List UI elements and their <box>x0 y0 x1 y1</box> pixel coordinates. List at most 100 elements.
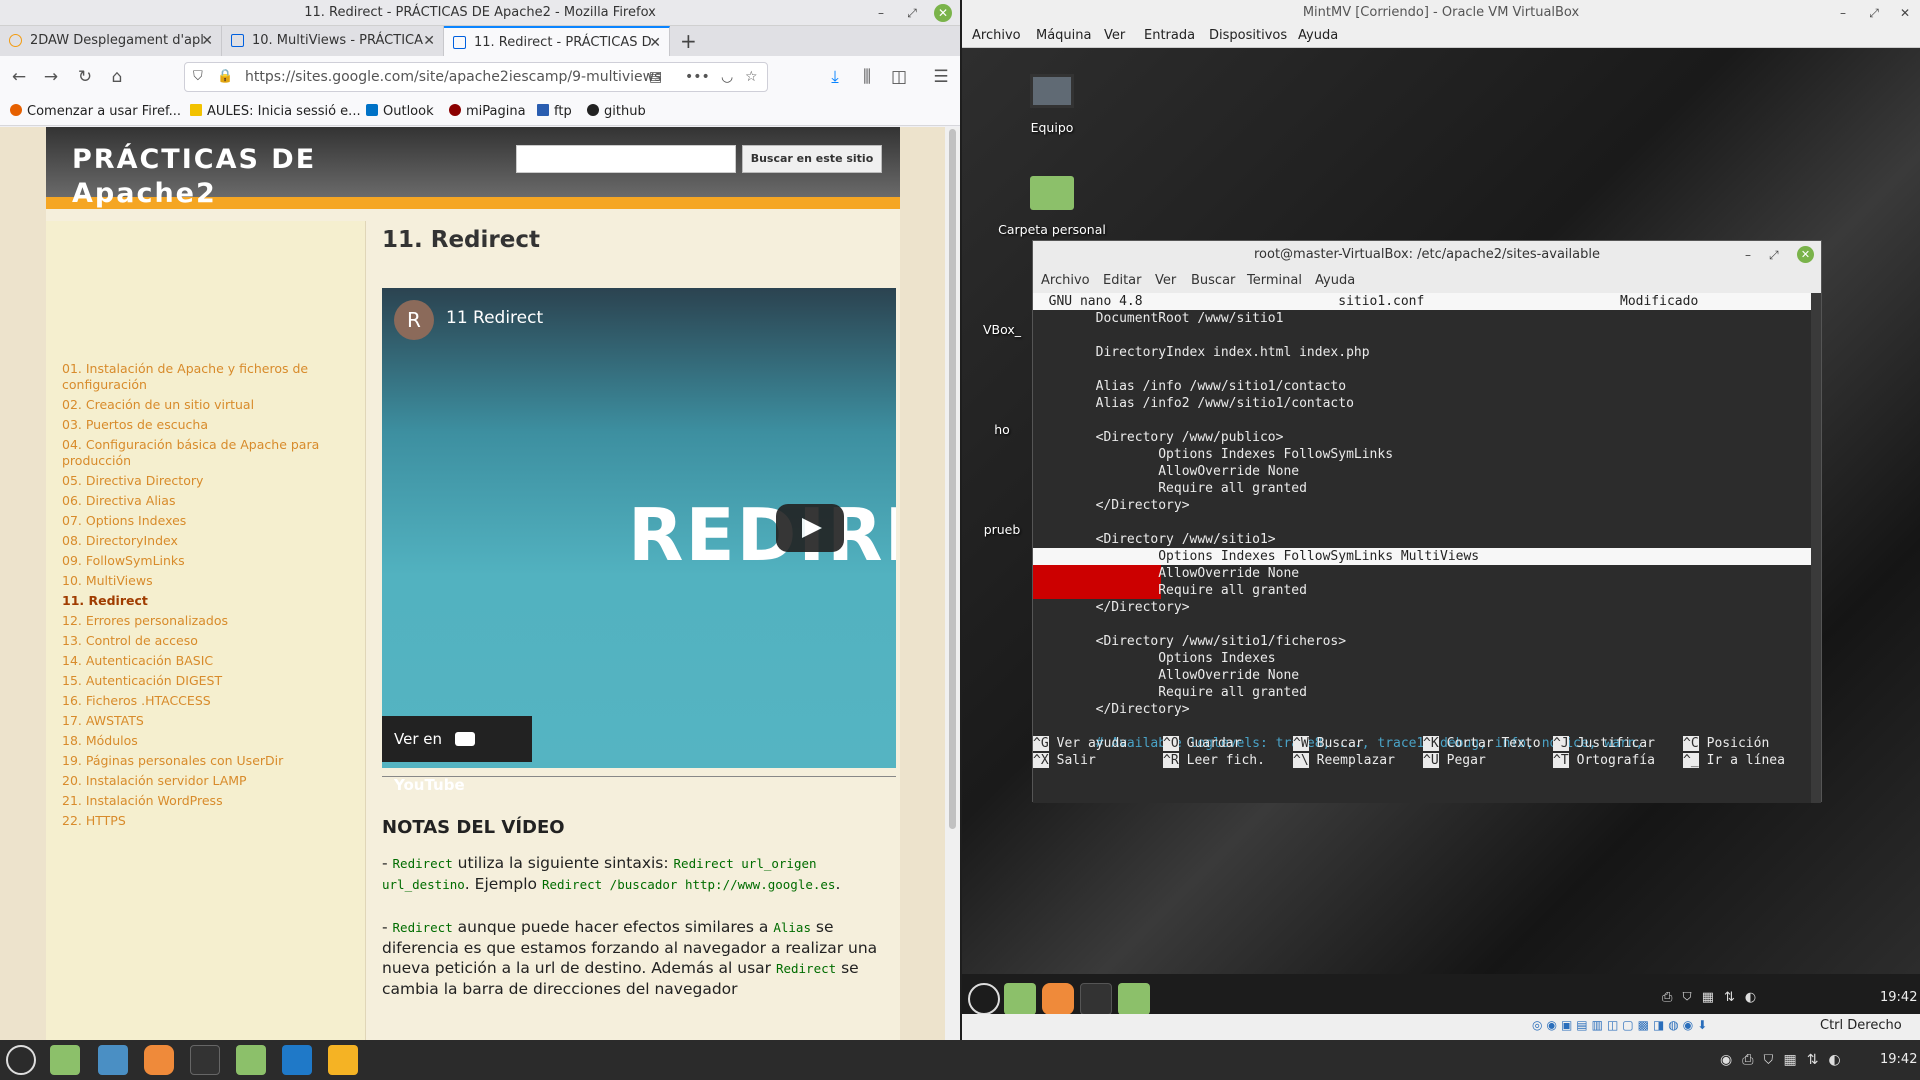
url-bar[interactable]: ⛉ 🔒 https://sites.google.com/site/apache… <box>184 62 768 92</box>
maximize-icon[interactable]: ⤢ <box>1865 4 1883 22</box>
close-icon[interactable]: ✕ <box>1896 4 1914 22</box>
menu-icon[interactable]: ☰ <box>930 66 952 88</box>
sidebar-item[interactable]: 05. Directiva Directory <box>62 473 332 489</box>
sidebar-item[interactable]: 19. Páginas personales con UserDir <box>62 753 332 769</box>
terminal-icon[interactable] <box>190 1045 220 1075</box>
lock-icon[interactable]: 🔒 <box>217 63 233 91</box>
sidebar-item[interactable]: 12. Errores personalizados <box>62 613 332 629</box>
bookmark-item[interactable]: Outlook <box>366 103 434 121</box>
site-search-button[interactable]: Buscar en este sitio <box>742 145 882 173</box>
shield-icon[interactable]: ⛉ <box>193 63 203 91</box>
vscode-icon[interactable] <box>282 1045 312 1075</box>
page-scrollbar[interactable] <box>945 127 960 1040</box>
download-icon[interactable]: ⤓ <box>824 66 846 88</box>
forward-icon[interactable]: → <box>40 66 62 88</box>
more-icon[interactable]: ••• <box>685 63 710 91</box>
menu-archivo[interactable]: Archivo <box>1041 273 1090 288</box>
show-desktop-icon[interactable] <box>1004 983 1036 1015</box>
menu-ver[interactable]: Ver <box>1104 28 1125 43</box>
menu-archivo[interactable]: Archivo <box>972 28 1021 43</box>
close-icon[interactable]: ✕ <box>934 4 952 22</box>
reload-icon[interactable]: ↻ <box>74 66 96 88</box>
nano-editor[interactable]: GNU nano 4.8 sitio1.conf Modificado Docu… <box>1033 293 1811 803</box>
back-icon[interactable]: ← <box>8 66 30 88</box>
sidebar-item-current[interactable]: 11. Redirect <box>62 593 332 609</box>
sidebar-icon[interactable]: ◫ <box>888 66 910 88</box>
sidebar-item[interactable]: 09. FollowSymLinks <box>62 553 332 569</box>
tab-redirect[interactable]: 11. Redirect - PRÁCTICAS D ✕ <box>444 26 670 56</box>
menu-dispositivos[interactable]: Dispositivos <box>1209 28 1287 43</box>
sidebar-item[interactable]: 06. Directiva Alias <box>62 493 332 509</box>
new-tab-icon[interactable]: + <box>680 29 697 53</box>
tab-2daw[interactable]: 2DAW Desplegament d'apl ✕ <box>0 26 222 56</box>
home-folder-icon[interactable] <box>1030 176 1074 210</box>
sidebar-item[interactable]: 07. Options Indexes <box>62 513 332 529</box>
bookmark-item[interactable]: Comenzar a usar Firef... <box>10 103 181 121</box>
sidebar-item[interactable]: 02. Creación de un sitio virtual <box>62 397 332 413</box>
menu-entrada[interactable]: Entrada <box>1144 28 1195 43</box>
bookmark-item[interactable]: github <box>587 103 646 121</box>
sidebar-item[interactable]: 21. Instalación WordPress <box>62 793 332 809</box>
library-icon[interactable]: ⫼ <box>856 66 878 88</box>
bookmark-item[interactable]: AULES: Inicia sessió e... <box>190 103 361 121</box>
virtualbox-icon[interactable] <box>98 1045 128 1075</box>
tray-icons[interactable]: ◉⎙⛉▦⇅◐ <box>1720 1052 1851 1068</box>
sidebar-item[interactable]: 16. Ficheros .HTACCESS <box>62 693 332 709</box>
menu-buscar[interactable]: Buscar <box>1191 273 1235 288</box>
minimize-icon[interactable]: – <box>872 4 890 22</box>
files-icon[interactable] <box>236 1045 266 1075</box>
close-tab-icon[interactable]: ✕ <box>649 28 661 56</box>
sidebar-item[interactable]: 17. AWSTATS <box>62 713 332 729</box>
site-title[interactable]: PRÁCTICAS DE Apache2 <box>72 143 372 211</box>
app-icon[interactable] <box>328 1045 358 1075</box>
terminal-icon[interactable] <box>1080 983 1112 1015</box>
desktop-icon-label[interactable]: Carpeta personal <box>992 222 1112 237</box>
firefox-icon[interactable] <box>144 1045 174 1075</box>
sidebar-item[interactable]: 18. Módulos <box>62 733 332 749</box>
menu-ver[interactable]: Ver <box>1155 273 1176 288</box>
menu-ayuda[interactable]: Ayuda <box>1298 28 1338 43</box>
sidebar-item[interactable]: 03. Puertos de escucha <box>62 417 332 433</box>
reader-view-icon[interactable]: ▤ <box>649 63 662 91</box>
bookmark-star-icon[interactable]: ☆ <box>745 63 758 91</box>
bookmark-item[interactable]: ftp <box>537 103 572 121</box>
computer-icon[interactable] <box>1030 74 1074 108</box>
desktop-icon-label[interactable]: Equipo <box>992 120 1112 135</box>
minimize-icon[interactable]: – <box>1745 241 1751 269</box>
menu-ayuda[interactable]: Ayuda <box>1315 273 1355 288</box>
close-icon[interactable]: ✕ <box>1797 246 1814 263</box>
menu-maquina[interactable]: Máquina <box>1036 28 1092 43</box>
vm-screen[interactable]: Equipo Carpeta personal VBox_ ho prueb r… <box>962 48 1920 1025</box>
show-desktop-icon[interactable] <box>50 1045 80 1075</box>
tray-icons[interactable]: ⎙⛉▦⇅◐ <box>1662 990 1766 1005</box>
sidebar-item[interactable]: 22. HTTPS <box>62 813 332 829</box>
maximize-icon[interactable]: ⤢ <box>903 4 921 22</box>
sidebar-item[interactable]: 14. Autenticación BASIC <box>62 653 332 669</box>
sidebar-item[interactable]: 10. MultiViews <box>62 573 332 589</box>
mint-menu-icon[interactable] <box>968 983 1000 1015</box>
maximize-icon[interactable]: ⤢ <box>1769 241 1779 269</box>
sidebar-item[interactable]: 20. Instalación servidor LAMP <box>62 773 332 789</box>
sidebar-item[interactable]: 13. Control de acceso <box>62 633 332 649</box>
sidebar-item[interactable]: 04. Configuración básica de Apache para … <box>62 437 332 469</box>
close-tab-icon[interactable]: ✕ <box>423 26 435 56</box>
firefox-icon[interactable] <box>1042 983 1074 1015</box>
close-tab-icon[interactable]: ✕ <box>201 26 213 56</box>
files-icon[interactable] <box>1118 983 1150 1015</box>
minimize-icon[interactable]: – <box>1834 4 1852 22</box>
sidebar-item[interactable]: 08. DirectoryIndex <box>62 533 332 549</box>
device-status-icons[interactable]: ◎◉▣▤▥◫▢▩◨◍◉⬇ <box>1532 1018 1711 1032</box>
menu-terminal[interactable]: Terminal <box>1247 273 1302 288</box>
menu-editar[interactable]: Editar <box>1103 273 1142 288</box>
home-icon[interactable]: ⌂ <box>106 66 128 88</box>
bookmark-item[interactable]: miPagina <box>449 103 526 121</box>
pocket-icon[interactable]: ◡ <box>721 63 733 91</box>
mint-menu-icon[interactable] <box>6 1045 36 1075</box>
youtube-embed[interactable]: R 11 Redirect REDIRE Ver en YouTube <box>382 288 896 794</box>
play-icon[interactable] <box>776 504 844 552</box>
terminal-scrollbar[interactable] <box>1811 293 1821 803</box>
site-search-input[interactable] <box>516 145 736 173</box>
url-text[interactable]: https://sites.google.com/site/apache2ies… <box>245 69 661 85</box>
sidebar-item[interactable]: 01. Instalación de Apache y ficheros de … <box>62 361 332 393</box>
sidebar-item[interactable]: 15. Autenticación DIGEST <box>62 673 332 689</box>
